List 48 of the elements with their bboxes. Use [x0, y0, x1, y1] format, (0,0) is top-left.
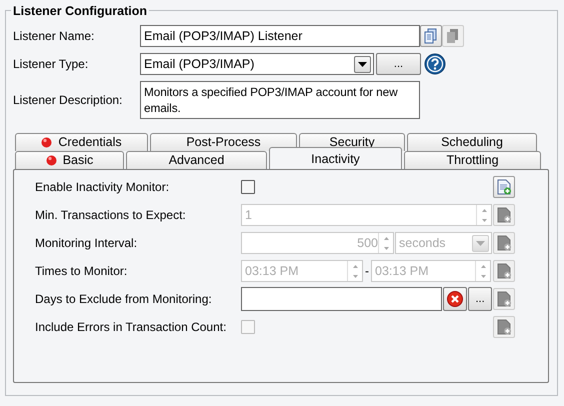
- setting-label: Monitoring Interval:: [35, 235, 138, 252]
- checkbox[interactable]: [241, 180, 255, 194]
- document-add-icon: [497, 263, 511, 279]
- browse-button[interactable]: ...: [376, 53, 421, 75]
- down-arrow-icon: [384, 246, 388, 250]
- text-field[interactable]: Email (POP3/IMAP) Listener: [140, 25, 420, 47]
- setting-label: Enable Inactivity Monitor:: [35, 179, 170, 196]
- document-add-icon: [497, 207, 511, 223]
- tab[interactable]: Post-Process: [150, 133, 297, 151]
- type-dropdown[interactable]: Email (POP3/IMAP): [140, 53, 374, 75]
- tab[interactable]: Advanced: [126, 151, 267, 169]
- up-arrow-icon: [482, 208, 486, 212]
- days-field[interactable]: [241, 287, 442, 311]
- down-arrow-icon: [352, 274, 358, 278]
- tab[interactable]: Credentials: [15, 133, 148, 151]
- setting-label: Days to Exclude from Monitoring:: [35, 291, 213, 308]
- description-field[interactable]: Monitors a specified POP3/IMAP account for new emails.: [140, 81, 420, 119]
- field-label: Listener Type:: [13, 56, 90, 73]
- clear-button[interactable]: [443, 287, 468, 311]
- dropdown-value: Email (POP3/IMAP): [144, 56, 254, 73]
- document-add-icon: [497, 235, 511, 251]
- documents-icon: [446, 28, 460, 44]
- tab[interactable]: Scheduling: [407, 133, 537, 151]
- variable-button[interactable]: [493, 176, 515, 198]
- document-add-icon: [497, 319, 511, 335]
- setting-label: Times to Monitor:: [35, 263, 128, 280]
- setting-label: Include Errors in Transaction Count:: [35, 319, 228, 336]
- tab[interactable]: Basic: [15, 151, 124, 169]
- tab[interactable]: Inactivity: [269, 147, 402, 169]
- down-arrow-icon: [482, 218, 486, 222]
- down-arrow-icon: [480, 274, 486, 278]
- documents-icon: [424, 28, 438, 44]
- tab[interactable]: Throttling: [404, 151, 541, 169]
- clear-icon: [447, 291, 464, 307]
- help-icon[interactable]: [424, 53, 446, 75]
- range-separator: -: [365, 263, 369, 280]
- up-arrow-icon: [384, 236, 388, 240]
- paste-button[interactable]: [442, 25, 464, 47]
- document-add-icon: [497, 291, 511, 307]
- copy-button[interactable]: [420, 25, 442, 47]
- up-arrow-icon: [480, 264, 486, 268]
- field-label: Listener Description:: [13, 92, 124, 109]
- caret-icon: [358, 62, 367, 66]
- field-label: Listener Name:: [13, 28, 96, 45]
- setting-label: Min. Transactions to Expect:: [35, 207, 187, 224]
- up-arrow-icon: [352, 264, 358, 268]
- caret-icon: [476, 240, 485, 246]
- document-add-icon: [497, 179, 511, 195]
